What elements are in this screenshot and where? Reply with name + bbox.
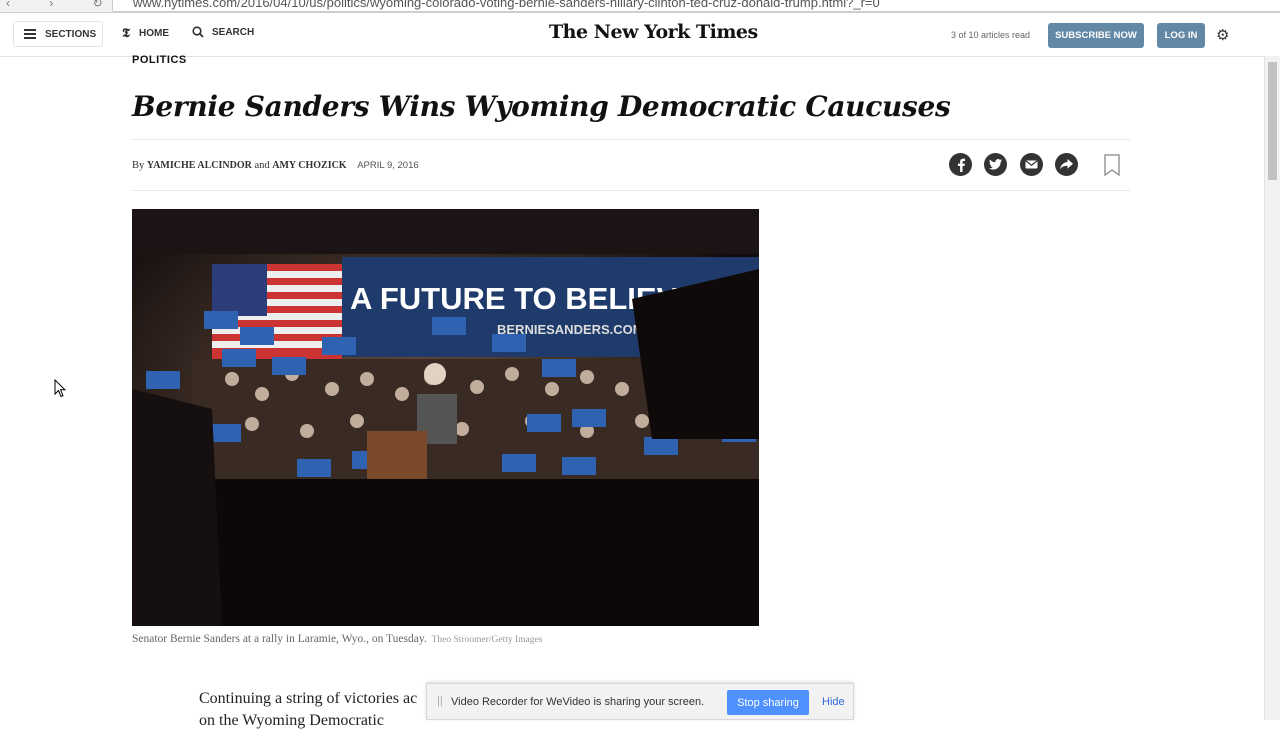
screen-share-bar: || Video Recorder for WeVideo is sharing… [426,683,854,720]
scrollbar-thumb[interactable] [1268,62,1277,180]
sections-button[interactable]: SECTIONS [13,21,103,47]
subscribe-button[interactable]: SUBSCRIBE NOW [1048,23,1144,48]
nyt-logo[interactable]: The New York Times [549,21,758,43]
share-icon[interactable] [1055,153,1078,176]
gear-icon[interactable]: ⚙ [1216,26,1229,44]
login-button[interactable]: LOG IN [1157,23,1205,48]
home-label: HOME [138,28,169,39]
photo-credit: Theo Stroomer/Getty Images [431,635,543,645]
browser-nav-buttons[interactable]: ‹ › ↻ [6,0,121,10]
search-link[interactable]: SEARCH [192,26,254,38]
drag-handle-icon[interactable]: || [437,695,443,707]
author-link[interactable]: Yamiche Alcindor [147,160,252,171]
publish-date: APRIL 9, 2016 [357,160,419,171]
search-label: SEARCH [212,26,255,38]
twitter-icon[interactable] [984,153,1007,176]
share-message: Video Recorder for WeVideo is sharing yo… [451,696,705,708]
article-headline: Bernie Sanders Wins Wyoming Democratic C… [132,90,951,123]
section-kicker[interactable]: POLITICS [132,54,187,66]
hamburger-icon [24,27,36,41]
article-body-line: on the Wyoming Democratic [199,712,384,729]
stop-sharing-button[interactable]: Stop sharing [727,690,809,715]
author-link[interactable]: Amy Chozick [272,160,346,171]
facebook-icon[interactable] [949,153,972,176]
t-logo-icon: 𝕿 [122,26,130,41]
email-icon[interactable] [1020,153,1043,176]
cursor-icon [54,378,67,403]
byline: By Yamiche Alcindor and Amy Chozick APRI… [132,160,419,171]
scrollbar[interactable] [1264,56,1280,720]
caption-text: Senator Bernie Sanders at a rally in Lar… [132,633,427,645]
byline-and: and [251,160,273,171]
search-icon [192,26,204,38]
browser-toolbar: ‹ › ↻ www.nytimes.com/2016/04/10/us/poli… [0,0,1280,13]
article-body-line: Continuing a string of victories ac [199,690,418,707]
divider [132,139,1130,140]
hide-button[interactable]: Hide [822,696,845,708]
article-photo[interactable]: A FUTURE TO BELIEVE BERNIESANDERS.COM [132,209,759,626]
address-bar[interactable]: www.nytimes.com/2016/04/10/us/politics/w… [112,0,1280,12]
bookmark-icon[interactable] [1104,154,1120,181]
byline-prefix: By [132,160,147,171]
site-header: SECTIONS 𝕿 HOME SEARCH The New York Time… [0,13,1264,57]
sections-label: SECTIONS [45,28,97,40]
home-link[interactable]: 𝕿 HOME [122,26,169,41]
photo-caption: Senator Bernie Sanders at a rally in Lar… [132,633,542,645]
article-meter: 3 of 10 articles read [951,30,1031,40]
divider [132,190,1130,191]
